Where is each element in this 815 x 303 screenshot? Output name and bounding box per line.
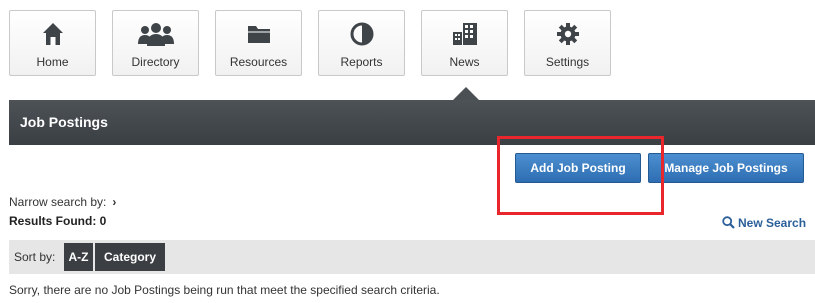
nav-news-label: News (449, 55, 480, 69)
nav-home-label: Home (36, 55, 69, 69)
active-tab-indicator (453, 87, 479, 100)
nav-reports[interactable]: Reports (318, 10, 405, 76)
nav-settings[interactable]: Settings (524, 10, 611, 76)
nav-settings-label: Settings (545, 55, 590, 69)
nav-directory[interactable]: Directory (112, 10, 199, 76)
people-icon (113, 22, 198, 48)
nav-news[interactable]: News (421, 10, 508, 76)
chevron-right-icon: › (112, 195, 117, 209)
gear-icon (525, 22, 610, 48)
sort-az-button[interactable]: A-Z (64, 243, 93, 271)
nav-reports-label: Reports (340, 55, 383, 69)
empty-results-message: Sorry, there are no Job Postings being r… (9, 283, 440, 297)
folder-icon (216, 22, 301, 48)
new-search-label: New Search (738, 216, 807, 230)
building-icon (422, 22, 507, 48)
narrow-search-label: Narrow search by: (9, 195, 107, 209)
nav-resources[interactable]: Resources (215, 10, 302, 76)
highlight-box (497, 136, 664, 215)
nav-home[interactable]: Home (9, 10, 96, 76)
results-count: Results Found: 0 (9, 214, 107, 228)
home-icon (10, 22, 95, 48)
sort-label: Sort by: (14, 250, 56, 264)
new-search-link[interactable]: New Search (722, 216, 806, 230)
manage-job-postings-button[interactable]: Manage Job Postings (648, 153, 804, 183)
page-header-bar: Job Postings (9, 87, 815, 145)
narrow-search-toggle[interactable]: Narrow search by: › (9, 195, 116, 209)
page-title: Job Postings (20, 114, 108, 130)
sort-category-button[interactable]: Category (95, 243, 165, 271)
nav-resources-label: Resources (229, 55, 288, 69)
search-icon (722, 216, 735, 229)
sort-bar: Sort by: A-Z Category (9, 240, 815, 274)
pie-chart-icon (319, 22, 404, 48)
nav-directory-label: Directory (131, 55, 180, 69)
